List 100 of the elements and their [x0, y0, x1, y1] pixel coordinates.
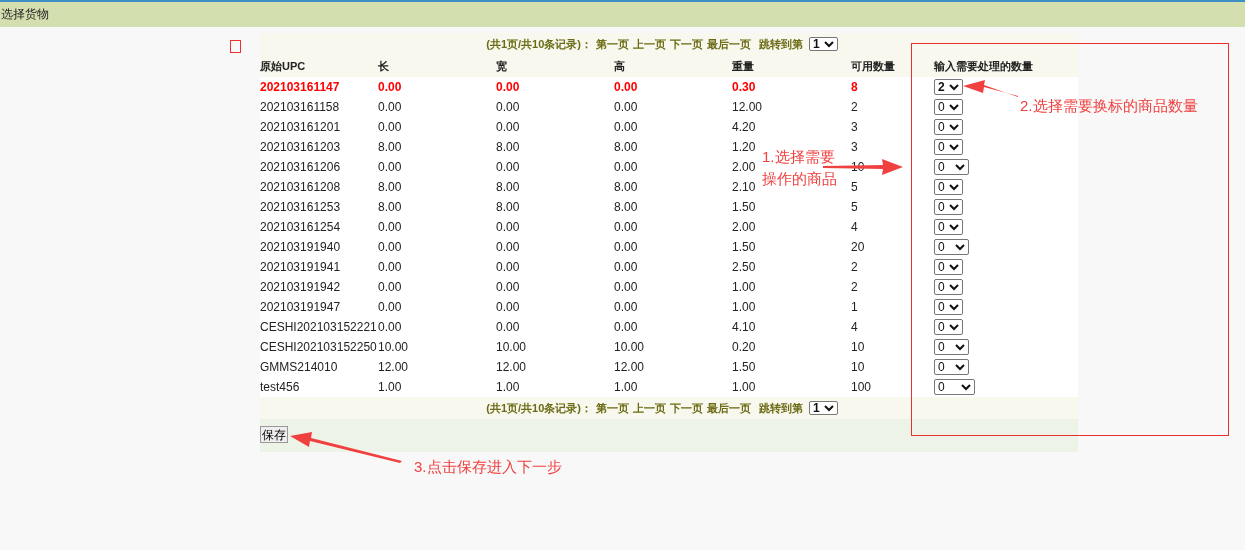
table-cell-text: 0.00 — [378, 240, 403, 254]
table-cell-text: 0.00 — [496, 280, 521, 294]
table-cell-text: 0.00 — [378, 160, 403, 174]
table-cell-text: 8 — [851, 80, 859, 94]
table-cell: CESHI202103152221 — [260, 320, 378, 334]
chevron-icon — [949, 223, 959, 231]
table-cell-text: 0.20 — [732, 340, 757, 354]
table-cell-text: 8.00 — [614, 180, 639, 194]
quantity-select[interactable]: 0 — [934, 379, 975, 395]
table-cell-text: 5 — [851, 200, 859, 214]
table-cell-text: 1.20 — [732, 140, 757, 154]
table-cell-text: 0.00 — [614, 280, 639, 294]
quantity-select[interactable]: 0 — [934, 259, 963, 275]
quantity-select[interactable]: 0 — [934, 219, 963, 235]
table-cell-text: 0.00 — [614, 260, 639, 274]
quantity-select[interactable]: 0 — [934, 179, 963, 195]
table-cell-text: 2.00 — [732, 160, 757, 174]
table-cell-text: GMMS214010 — [260, 360, 339, 374]
page-link[interactable]: 第一页 — [596, 36, 629, 52]
table-cell-text: 0.00 — [614, 320, 639, 334]
quantity-select[interactable]: 0 — [934, 339, 969, 355]
table-cell-text: 2.10 — [732, 180, 757, 194]
quantity-select[interactable]: 0 — [934, 319, 963, 335]
table-cell-text: 0.00 — [496, 240, 521, 254]
table-cell-text: 10.00 — [378, 340, 410, 354]
annotation-text: 2.选择需要换标的商品数量 — [1020, 96, 1198, 116]
table-cell-text: 0.00 — [378, 280, 403, 294]
table-cell-text: 2 — [851, 260, 859, 274]
table-cell-text: 1.00 — [496, 380, 521, 394]
chevron-icon — [824, 40, 834, 48]
chevron-icon — [824, 404, 834, 412]
table-cell-text: 0.00 — [378, 100, 403, 114]
table-cell-text: 0.00 — [378, 220, 403, 234]
table-cell-text: 202103191942 — [260, 280, 342, 294]
quantity-select[interactable]: 0 — [934, 159, 969, 175]
table-cell-text: 0.00 — [614, 240, 639, 254]
table-cell-text: 12.00 — [614, 360, 646, 374]
table-cell-text: 12.00 — [496, 360, 528, 374]
table-cell-text: 0.00 — [496, 300, 521, 314]
quantity-select[interactable]: 0 — [934, 139, 963, 155]
page-select[interactable]: 1 — [809, 37, 838, 51]
table-cell-text: 1.50 — [732, 240, 757, 254]
page-link[interactable]: 下一页 — [670, 400, 703, 416]
page-link[interactable]: 第一页 — [596, 400, 629, 416]
column-header: 宽 — [496, 58, 508, 74]
table-cell-text: 20 — [851, 240, 866, 254]
chevron-icon — [955, 243, 965, 251]
column-header: 可用数量 — [851, 58, 896, 74]
table-cell-text: 202103161206 — [260, 160, 342, 174]
chevron-icon — [949, 263, 959, 271]
table-cell-text: 0.00 — [496, 320, 521, 334]
quantity-select[interactable]: 0 — [934, 119, 963, 135]
table-cell-text: 202103161208 — [260, 180, 342, 194]
table-cell-text: 2 — [851, 280, 859, 294]
quantity-select[interactable]: 0 — [934, 299, 963, 315]
table-cell-text: 100 — [851, 380, 873, 394]
page-link[interactable]: 下一页 — [670, 36, 703, 52]
quantity-select[interactable]: 0 — [934, 279, 963, 295]
table-cell-text: 1.00 — [732, 300, 757, 314]
table-cell-text: 5 — [851, 180, 859, 194]
table-cell-text: 4.20 — [732, 120, 757, 134]
chevron-icon — [949, 103, 959, 111]
chevron-icon — [955, 363, 965, 371]
table-cell-text: 4 — [851, 220, 859, 234]
table-cell-text: 202103161201 — [260, 120, 342, 134]
page-link[interactable]: 上一页 — [633, 36, 666, 52]
table-cell-text: 202103191947 — [260, 300, 342, 314]
chevron-icon — [955, 163, 965, 171]
column-header: 重量 — [732, 58, 755, 74]
chevron-icon — [949, 283, 959, 291]
quantity-select[interactable]: 0 — [934, 99, 963, 115]
table-cell-text: 1.50 — [732, 360, 757, 374]
table-cell-text: 0.00 — [378, 320, 403, 334]
table-cell-text: 8.00 — [378, 140, 403, 154]
table-cell-text: 1.00 — [732, 380, 757, 394]
table-cell-text: 1.50 — [732, 200, 757, 214]
window-title: 选择货物 — [0, 6, 49, 23]
page-link[interactable]: 最后一页 — [707, 36, 751, 52]
table-cell-text: 1.00 — [614, 380, 639, 394]
record-summary: (共1页/共10条记录)： — [486, 36, 592, 52]
table-cell-text: 1.00 — [732, 280, 757, 294]
table-cell-text: 8.00 — [378, 180, 403, 194]
quantity-select[interactable]: 0 — [934, 239, 969, 255]
table-cell-text: 202103161147 — [260, 80, 341, 94]
table-cell-text: 0.00 — [614, 160, 639, 174]
chevron-icon — [949, 83, 959, 91]
quantity-select[interactable]: 0 — [934, 359, 969, 375]
quantity-select[interactable]: 0 — [934, 199, 963, 215]
page-link[interactable]: 最后一页 — [707, 400, 751, 416]
table-cell-text: 202103161203 — [260, 140, 342, 154]
table-cell-text: 10 — [851, 360, 866, 374]
table-cell-text: 0.00 — [496, 220, 521, 234]
page-link[interactable]: 上一页 — [633, 400, 666, 416]
table-cell-text: 8.00 — [496, 200, 521, 214]
quantity-select[interactable]: 2 — [934, 79, 963, 95]
page-select[interactable]: 1 — [809, 401, 838, 415]
arrow — [963, 80, 1018, 97]
table-cell-text: 8.00 — [614, 200, 639, 214]
save-button[interactable]: 保存 — [260, 426, 288, 443]
table-cell-text: 1.00 — [378, 380, 403, 394]
